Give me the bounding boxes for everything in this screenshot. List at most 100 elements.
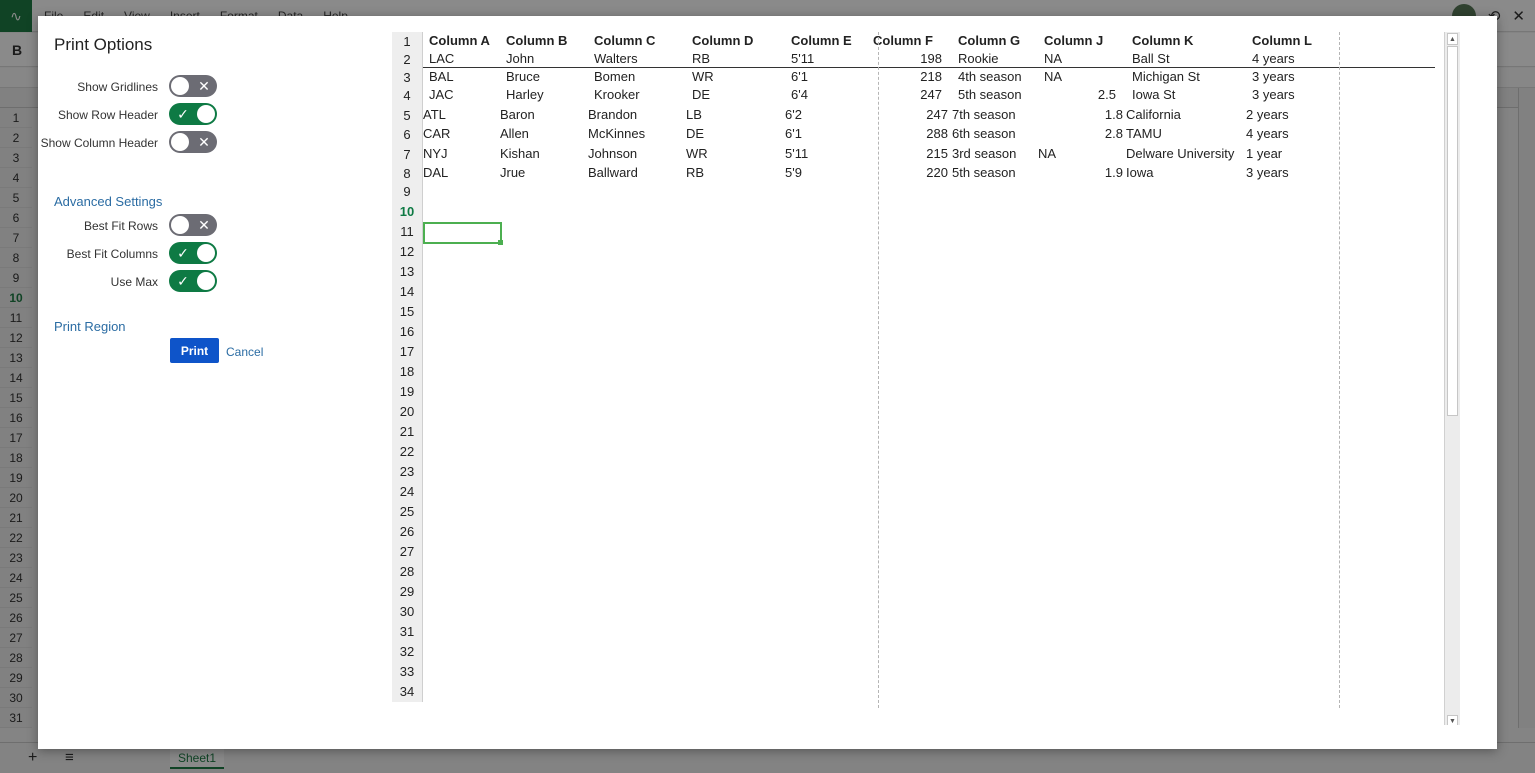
row-header[interactable]: 22 [392,442,423,462]
x-icon: ✕ [198,134,210,150]
toggle-switch[interactable]: ✓ [169,103,217,125]
scroll-up-icon[interactable]: ▲ [1447,33,1458,45]
table-cell: Michigan St [1132,69,1200,84]
column-header: Column A [429,33,490,48]
preview-row: 24 [392,482,1460,502]
table-cell: CAR [423,126,451,141]
table-cell: 218 [920,69,942,84]
table-cell: Allen [500,126,529,141]
table-cell: 2 years [1246,107,1289,122]
row-header[interactable]: 24 [392,482,423,502]
column-header: Column L [1252,33,1312,48]
preview-row: 8 DAL Jrue Ballward RB 5'9 220 5th season 1.9 Iow… [392,164,1460,184]
row-header[interactable]: 19 [392,382,423,402]
table-cell: Kishan [500,146,540,161]
option-row: Use Max ✓ [38,270,238,294]
table-cell: DAL [423,165,449,180]
row-header[interactable]: 15 [392,302,423,322]
row-header[interactable]: 16 [392,322,423,342]
preview-row: 17 [392,342,1460,362]
row-header[interactable]: 1 [392,32,423,52]
table-cell: 6'1 [785,126,802,141]
preview-row: 12 [392,242,1460,262]
table-cell: Krooker [594,87,640,102]
preview-row: 34 [392,682,1460,702]
row-header[interactable]: 21 [392,422,423,442]
option-label: Show Gridlines [77,80,158,94]
table-cell: 6'2 [785,107,802,122]
row-header[interactable]: 6 [392,125,423,145]
table-cell: DE [692,87,711,102]
header-underline [423,67,1435,68]
preview-row: 31 [392,622,1460,642]
preview-row: 6 CAR Allen McKinnes DE 6'1 288 6th season 2.8 TA… [392,125,1460,145]
table-cell: Iowa [1126,165,1154,180]
row-header[interactable]: 20 [392,402,423,422]
row-header[interactable]: 18 [392,362,423,382]
row-header[interactable]: 9 [392,182,423,202]
row-header[interactable]: 12 [392,242,423,262]
toggle-switch[interactable]: ✕ [169,75,217,97]
table-cell: WR [692,69,714,84]
page-break-line [1339,32,1340,708]
advanced-settings-title: Advanced Settings [54,194,163,209]
print-options-dialog: Print Options Show Gridlines ✕ Show Row He… [38,16,1497,749]
row-header[interactable]: 11 [392,222,423,242]
column-header: Column K [1132,33,1194,48]
toggle-switch[interactable]: ✓ [169,242,217,264]
scroll-thumb[interactable] [1447,46,1458,416]
table-cell: California [1126,107,1181,122]
table-cell: 6'1 [791,69,808,84]
toggle-switch[interactable]: ✕ [169,214,217,236]
row-header[interactable]: 23 [392,462,423,482]
check-icon: ✓ [177,106,189,122]
option-label: Best Fit Rows [83,219,158,233]
row-header[interactable]: 8 [392,164,423,184]
column-header: Column D [692,33,754,48]
row-header[interactable]: 26 [392,522,423,542]
table-cell: McKinnes [588,126,646,141]
row-header[interactable]: 25 [392,502,423,522]
toggle-switch[interactable]: ✕ [169,131,217,153]
row-header[interactable]: 29 [392,582,423,602]
row-header[interactable]: 7 [392,145,423,165]
check-icon: ✓ [177,273,189,289]
preview-row: 25 [392,502,1460,522]
cancel-button[interactable]: Cancel [226,345,263,359]
row-header[interactable]: 30 [392,602,423,622]
row-header[interactable]: 4 [392,86,423,106]
preview-row: 3 BAL Bruce Bomen WR 6'1 218 4th season NA Michig… [392,68,1460,88]
row-header[interactable]: 33 [392,662,423,682]
table-cell: 3 years [1246,165,1289,180]
row-header[interactable]: 28 [392,562,423,582]
row-header[interactable]: 14 [392,282,423,302]
option-row: Show Row Header ✓ [38,103,238,127]
row-header[interactable]: 27 [392,542,423,562]
row-header[interactable]: 3 [392,68,423,88]
print-button[interactable]: Print [170,338,219,363]
table-cell: Bomen [594,69,636,84]
row-header[interactable]: 13 [392,262,423,282]
preview-row: 26 [392,522,1460,542]
table-cell: DE [686,126,705,141]
row-header[interactable]: 2 [392,50,423,70]
row-header[interactable]: 5 [392,106,423,126]
preview-row: 16 [392,322,1460,342]
scroll-down-icon[interactable]: ▼ [1447,715,1458,725]
row-header[interactable]: 10 [392,202,423,222]
row-header[interactable]: 17 [392,342,423,362]
row-header[interactable]: 32 [392,642,423,662]
column-header: Column F [873,33,933,48]
table-cell: 1 year [1246,146,1283,161]
row-header[interactable]: 31 [392,622,423,642]
table-cell: Johnson [588,146,638,161]
preview-row: 14 [392,282,1460,302]
preview-row: 21 [392,422,1460,442]
table-cell: 5'11 [785,146,809,161]
preview-vertical-scrollbar[interactable]: ▲ ▼ [1444,32,1460,725]
toggle-knob [171,77,189,95]
toggle-switch[interactable]: ✓ [169,270,217,292]
selected-cell[interactable] [423,222,503,245]
table-cell: 288 [926,126,948,141]
row-header[interactable]: 34 [392,682,423,702]
